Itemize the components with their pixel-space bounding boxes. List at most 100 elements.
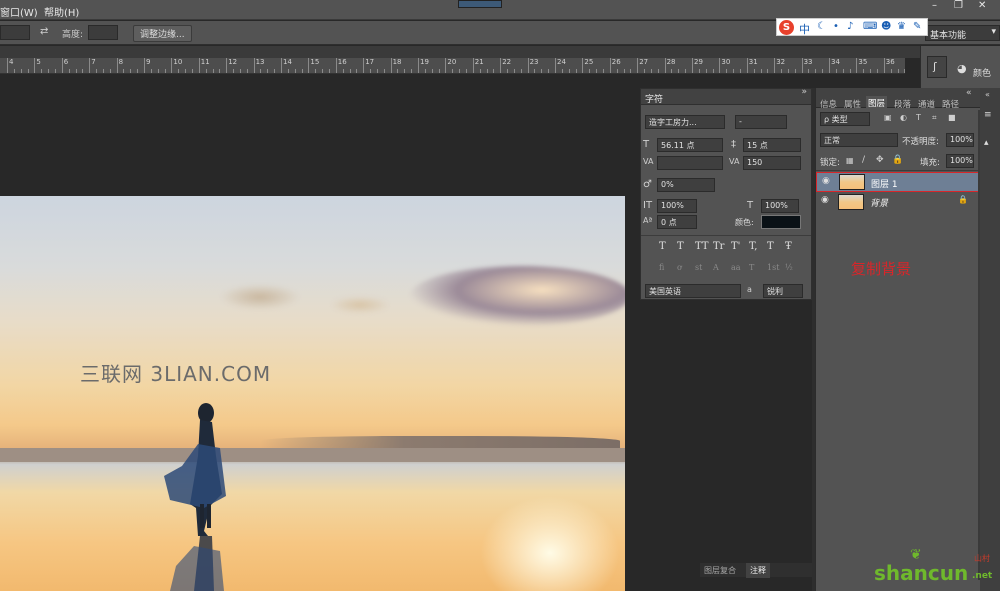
tab-layer-comps[interactable]: 图层复合 [704,565,736,576]
tab-paths[interactable]: 路径 [942,98,959,110]
divider [641,235,811,236]
tab-paragraph[interactable]: 段落 [894,98,911,110]
ruler-tick-label: 21 [474,58,484,66]
opentype-button[interactable]: T [749,263,754,272]
smart-filter-icon[interactable]: ■ [948,113,956,122]
eye-icon[interactable]: ◉ [822,176,830,186]
tab-channels[interactable]: 通道 [918,98,935,110]
close-icon[interactable]: ✕ [978,0,986,11]
tab-notes[interactable]: 注释 [746,563,770,578]
text-style-button[interactable]: T [767,241,774,252]
font-style-select[interactable]: - [735,115,787,129]
keyboard-icon[interactable]: ⌨ [863,21,877,32]
collapse-icon[interactable]: » [801,87,807,97]
logo-domain: .net [972,571,993,581]
text-style-button[interactable]: T [659,241,666,252]
antialias-select[interactable]: 锐利 [763,284,803,298]
refine-edge-button[interactable]: 调整边缘... [133,25,192,42]
history-dock-icon[interactable] [927,56,947,78]
opentype-button[interactable]: ơ [677,263,682,272]
mic-icon[interactable]: ♪ [847,21,853,32]
menu-help[interactable]: 帮助(H) [44,4,79,19]
opentype-button[interactable]: fi [659,263,664,272]
ruler-tick [328,69,330,73]
layer-name[interactable]: 背景 [870,196,888,209]
text-style-button[interactable]: T, [749,241,757,252]
scroll-up-icon[interactable]: ▴ [984,138,989,148]
text-style-button[interactable]: Tr [713,241,724,252]
font-family-select[interactable]: 造字工房力... [645,115,725,129]
tab-layers[interactable]: 图层 [866,96,888,110]
lock-move-icon[interactable]: ✥ [876,155,884,165]
ruler-tick-label: 16 [337,58,347,66]
ruler-tick-label: 19 [420,58,429,66]
sunset-photo[interactable] [0,196,625,591]
layer-name[interactable]: 图层 1 [871,177,898,190]
mini-bridge-tab[interactable] [458,0,502,8]
ruler-tick [267,69,269,73]
ime-toolbar[interactable]: S 中 ☾ • ♪ ⌨ ☻ ♛ ✎ [776,18,928,36]
opentype-button[interactable]: st [695,263,702,272]
blend-mode-select[interactable]: 正常 [820,133,898,147]
horizontal-scale-field[interactable]: 100% [761,199,799,213]
type-filter-icon[interactable]: T [916,113,921,122]
opacity-field[interactable]: 100% [946,133,974,147]
language-select[interactable]: 美国英语 [645,284,741,298]
ruler-tick [171,58,173,73]
wrench-icon[interactable]: ✎ [913,21,921,32]
opentype-button[interactable]: ½ [785,263,793,272]
lock-transparent-icon[interactable]: ▦ [846,156,854,165]
ruler-tick [883,58,885,73]
menu-window[interactable]: 窗口(W) [0,4,38,19]
text-style-button[interactable]: Ŧ [785,241,792,252]
color-dock-label[interactable]: 颜色 [973,66,991,79]
collapse-icon[interactable]: « [985,90,990,99]
tab-info[interactable]: 信息 [820,98,837,110]
tracking-field[interactable]: 150 [743,156,801,170]
user-icon[interactable]: ☻ [881,21,891,32]
minimize-icon[interactable]: – [932,0,937,11]
layer-row-1[interactable]: ◉ 图层 1 [816,172,981,192]
opentype-button[interactable]: A [713,263,719,272]
ruler-tick-label: 22 [502,58,512,66]
text-style-button[interactable]: T [677,241,684,252]
kerning-field[interactable] [657,156,723,170]
image-filter-icon[interactable]: ▣ [884,113,892,122]
height-field[interactable] [88,25,118,40]
shape-filter-icon[interactable]: ⌗ [932,113,937,123]
ime-mode[interactable]: 中 [799,21,810,37]
palette-icon[interactable]: ◕ [957,62,967,75]
moon-icon[interactable]: ☾ [817,21,826,32]
tsume-field[interactable]: 0% [657,178,715,192]
swap-icon[interactable]: ⇄ [40,26,48,37]
lock-paint-icon[interactable]: / [862,155,865,165]
collapse-icon[interactable]: « [966,88,972,98]
text-color-swatch[interactable] [761,215,801,229]
font-size-field[interactable]: 56.11 点 [657,138,723,152]
layer-filter-select[interactable]: ρ 类型 [820,112,870,126]
width-field[interactable] [0,25,30,40]
workspace-select[interactable]: 基本功能 ▾ [925,25,1000,41]
shirt-icon[interactable]: ♛ [897,21,906,32]
ruler-tick-label: 8 [118,58,124,66]
fill-field[interactable]: 100% [946,154,974,168]
vertical-scale-field[interactable]: 100% [657,199,697,213]
lock-all-icon[interactable]: 🔒 [892,155,903,165]
leading-field[interactable]: 15 点 [743,138,801,152]
panel-menu-icon[interactable]: ≡ [984,110,992,120]
layer-row-background[interactable]: ◉ 背景 🔒 [816,192,981,212]
opentype-button[interactable]: 1st [767,263,779,272]
text-style-button[interactable]: T' [731,241,740,252]
restore-icon[interactable]: ❐ [954,0,963,11]
dot-icon[interactable]: • [833,21,839,32]
tab-properties[interactable]: 属性 [844,98,861,110]
baseline-shift-field[interactable]: 0 点 [657,215,697,229]
color-label: 颜色: [735,218,754,227]
opentype-button[interactable]: aa [731,263,741,272]
adjust-filter-icon[interactable]: ◐ [900,113,907,122]
text-style-button[interactable]: TT [695,241,709,252]
character-panel-title[interactable]: 字符 [645,92,663,105]
character-panel-header[interactable]: 字符 » [641,87,811,105]
eye-icon[interactable]: ◉ [821,195,829,205]
ruler-tick [465,69,467,73]
